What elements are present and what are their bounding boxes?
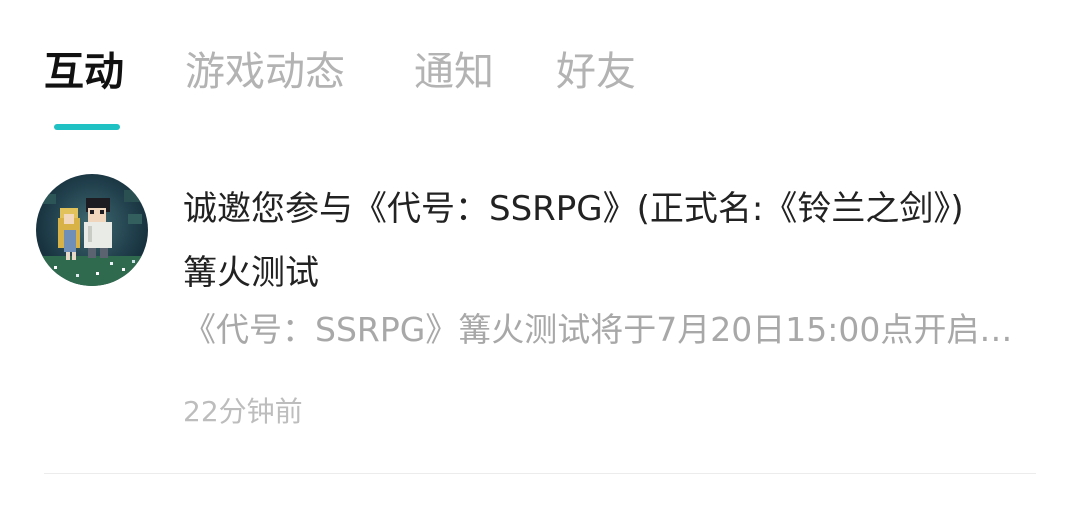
avatar[interactable] — [36, 174, 148, 286]
tab-friends[interactable]: 好友 — [556, 46, 636, 98]
notification-title: 诚邀您参与《代号：SSRPG》(正式名:《铃兰之剑》) 篝火测试 — [183, 189, 964, 293]
active-tab-indicator — [54, 124, 120, 130]
tab-interaction[interactable]: 互动 — [44, 46, 124, 98]
divider — [44, 473, 1036, 474]
pixel-art-characters-icon — [36, 174, 148, 286]
tab-notifications[interactable]: 通知 — [414, 46, 494, 98]
tab-game-updates[interactable]: 游戏动态 — [185, 46, 345, 98]
notification-preview: 《代号：SSRPG》篝火测试将于7月20日15:00点开启，欢迎各位参与 — [183, 310, 1033, 349]
timestamp: 22分钟前 — [183, 395, 303, 428]
notification-item[interactable]: 诚邀您参与《代号：SSRPG》(正式名:《铃兰之剑》) 篝火测试 《代号：SSR… — [0, 160, 1080, 474]
tab-bar: 互动 游戏动态 通知 好友 — [0, 0, 1080, 140]
